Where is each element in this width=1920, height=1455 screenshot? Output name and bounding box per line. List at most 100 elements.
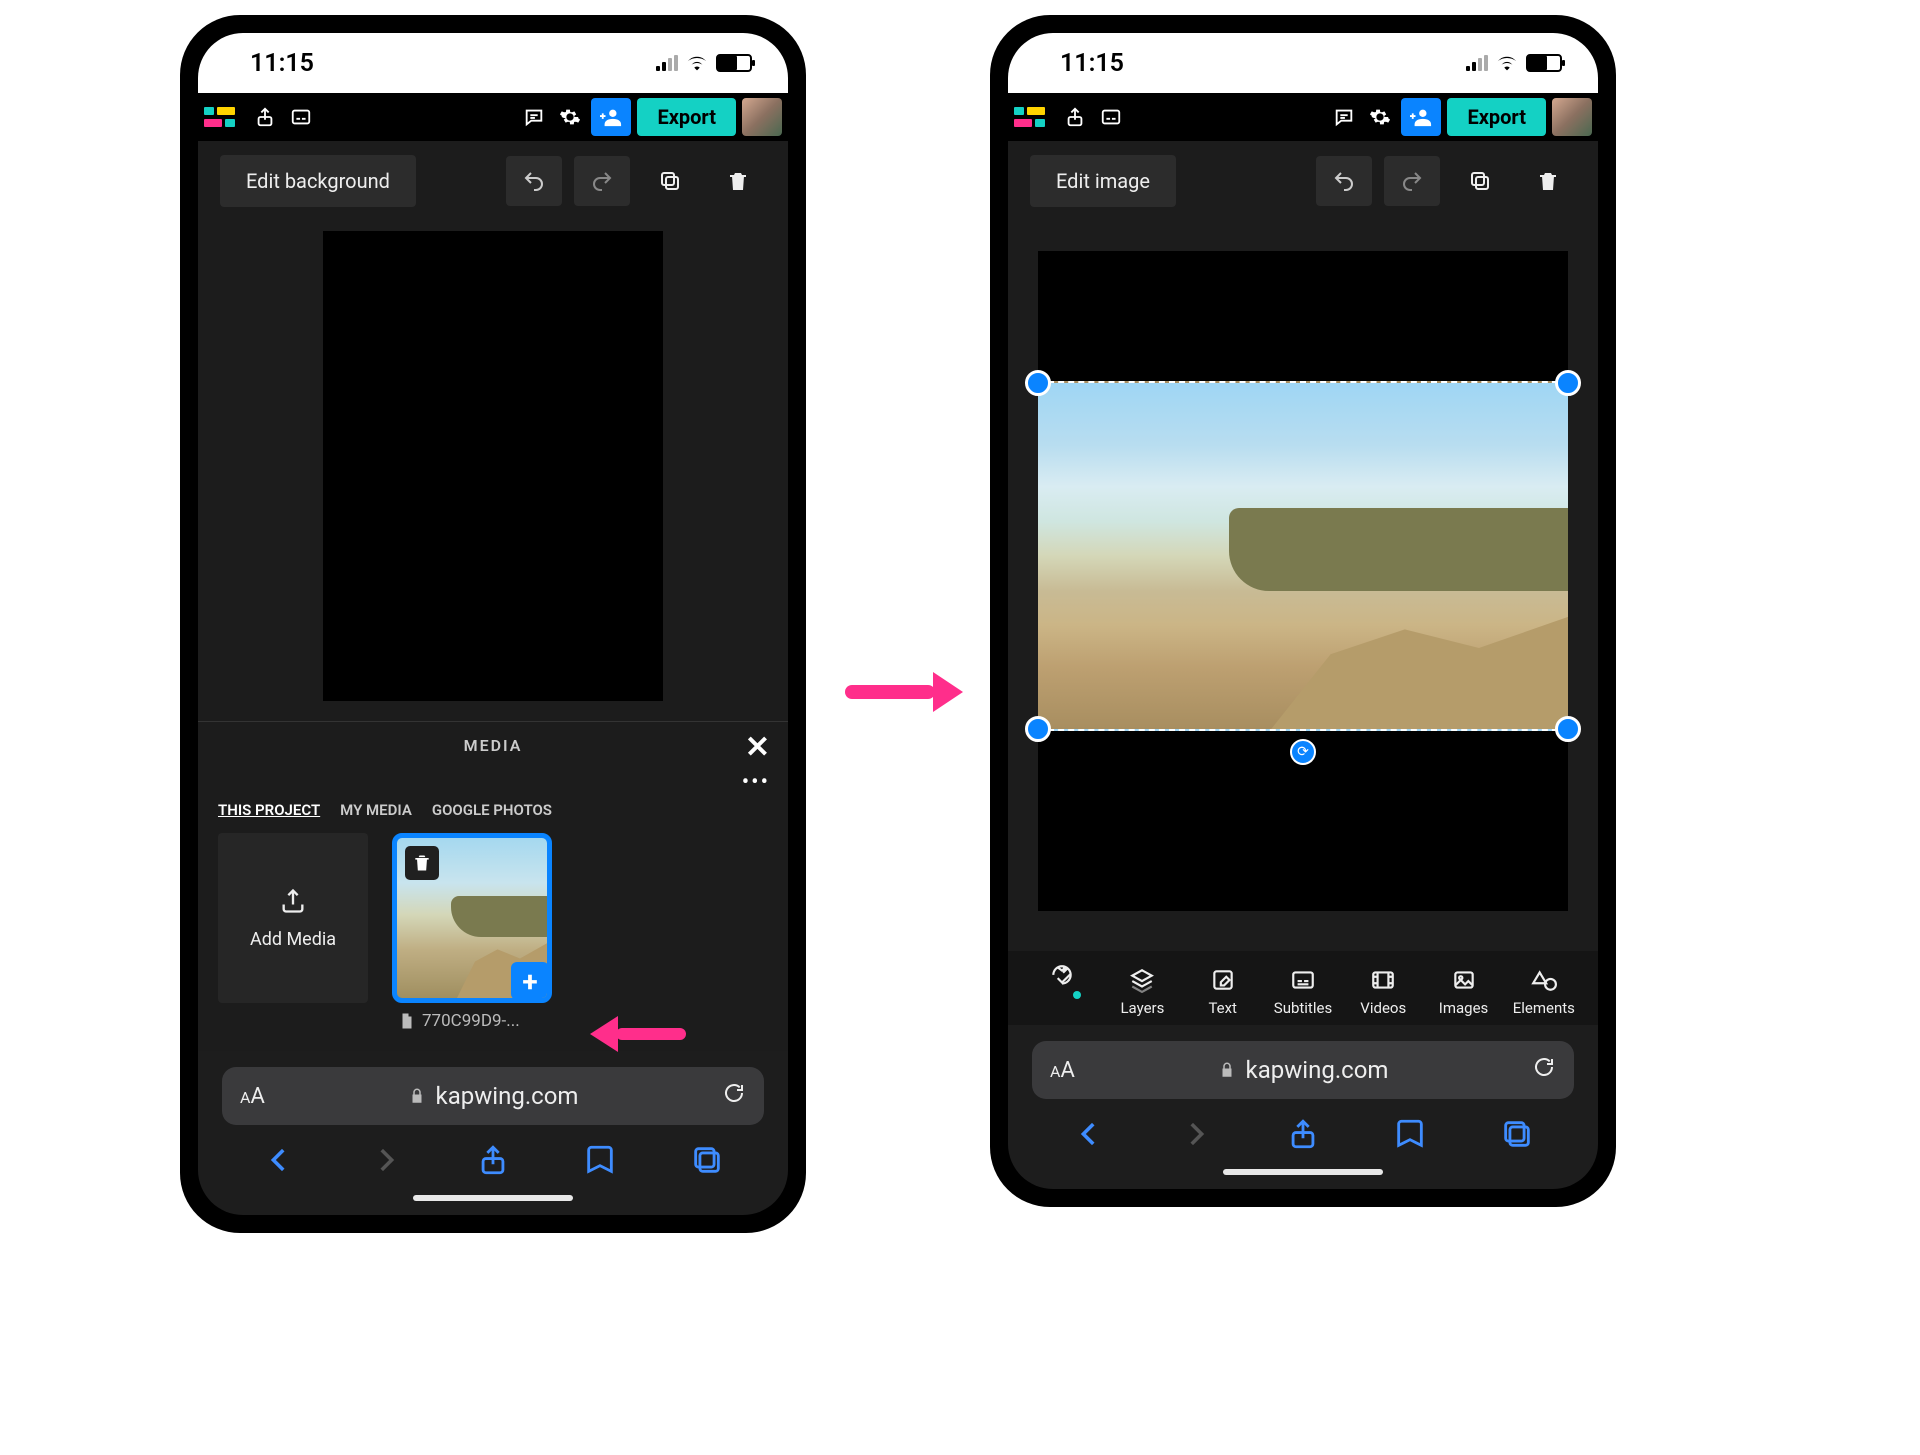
status-icons xyxy=(1466,52,1562,74)
media-panel: MEDIA ✕ ••• THIS PROJECT MY MEDIA GOOGLE… xyxy=(198,721,788,1051)
user-avatar[interactable] xyxy=(1552,98,1592,136)
comment-icon[interactable] xyxy=(1329,102,1359,132)
app-logo[interactable] xyxy=(1014,101,1054,133)
status-bar: 11:15 xyxy=(198,33,788,93)
share-icon[interactable] xyxy=(1060,102,1090,132)
tab-text[interactable]: Text xyxy=(1183,967,1263,1017)
thumb-add-icon[interactable]: + xyxy=(511,962,549,1000)
phone-screen: 11:15 xyxy=(1008,33,1598,1189)
copy-button[interactable] xyxy=(1452,156,1508,206)
status-time: 11:15 xyxy=(1060,49,1124,78)
canvas[interactable] xyxy=(323,231,663,701)
battery-icon xyxy=(1526,54,1562,72)
phone-right: 11:15 xyxy=(990,15,1616,1207)
add-media-button[interactable]: Add Media xyxy=(218,833,368,1003)
tab-my-media[interactable]: MY MEDIA xyxy=(340,801,412,819)
settings-icon[interactable] xyxy=(555,102,585,132)
edit-toolbar: Edit image xyxy=(1008,141,1598,221)
edit-image-button[interactable]: Edit image xyxy=(1030,155,1176,207)
media-thumb[interactable]: + 770C99D9-... xyxy=(392,833,552,1031)
tab-videos[interactable]: Videos xyxy=(1343,967,1423,1017)
canvas-area[interactable]: ⟳ xyxy=(1008,221,1598,951)
undo-button[interactable] xyxy=(506,156,562,206)
cellular-icon xyxy=(656,55,678,71)
refresh-icon[interactable] xyxy=(1532,1055,1556,1085)
resize-handle-tl[interactable] xyxy=(1025,370,1051,396)
media-panel-title: MEDIA xyxy=(464,736,523,755)
thumb-delete-icon[interactable] xyxy=(405,846,439,880)
safari-toolbar xyxy=(222,1125,764,1185)
status-bar: 11:15 xyxy=(1008,33,1598,93)
safari-bar: AA kapwing.com xyxy=(1008,1025,1598,1189)
tabs-icon[interactable] xyxy=(1500,1117,1534,1155)
media-grid: Add Media + 770C99D9-... xyxy=(198,833,788,1051)
battery-icon xyxy=(716,54,752,72)
selected-image[interactable]: ⟳ xyxy=(1038,381,1568,731)
resize-handle-tr[interactable] xyxy=(1555,370,1581,396)
tab-record[interactable]: _ xyxy=(1022,963,1102,1017)
bookmarks-icon[interactable] xyxy=(583,1143,617,1181)
bookmarks-icon[interactable] xyxy=(1393,1117,1427,1155)
add-user-button[interactable] xyxy=(591,98,631,136)
tabs-icon[interactable] xyxy=(690,1143,724,1181)
caption-icon[interactable] xyxy=(1096,102,1126,132)
tab-layers[interactable]: Layers xyxy=(1102,967,1182,1017)
user-avatar[interactable] xyxy=(742,98,782,136)
address-bar[interactable]: AAAA kapwing.com xyxy=(222,1067,764,1125)
tab-google-photos[interactable]: GOOGLE PHOTOS xyxy=(432,801,552,819)
share-icon-safari[interactable] xyxy=(1286,1117,1320,1155)
phone-screen: 11:15 xyxy=(198,33,788,1215)
address-bar[interactable]: AA kapwing.com xyxy=(1032,1041,1574,1099)
more-icon[interactable]: ••• xyxy=(198,768,788,795)
home-indicator[interactable] xyxy=(413,1195,573,1201)
refresh-icon[interactable] xyxy=(722,1081,746,1111)
canvas[interactable]: ⟳ xyxy=(1038,251,1568,911)
wifi-icon xyxy=(1496,52,1518,74)
delete-button[interactable] xyxy=(1520,156,1576,206)
tab-elements[interactable]: Elements xyxy=(1504,967,1584,1017)
edit-toolbar: Edit background xyxy=(198,141,788,221)
redo-button[interactable] xyxy=(574,156,630,206)
tab-images[interactable]: Images xyxy=(1423,967,1503,1017)
tab-this-project[interactable]: THIS PROJECT xyxy=(218,801,320,819)
tab-subtitles[interactable]: Subtitles xyxy=(1263,967,1343,1017)
share-icon[interactable] xyxy=(250,102,280,132)
app-area: Export Edit image xyxy=(1008,93,1598,1025)
add-media-label: Add Media xyxy=(250,929,336,950)
home-indicator[interactable] xyxy=(1223,1169,1383,1175)
edit-background-button[interactable]: Edit background xyxy=(220,155,416,207)
canvas-area[interactable] xyxy=(198,221,788,721)
caption-icon[interactable] xyxy=(286,102,316,132)
safari-bar: AAAA kapwing.com xyxy=(198,1051,788,1215)
settings-icon[interactable] xyxy=(1365,102,1395,132)
text-size-button[interactable]: AA xyxy=(1050,1058,1075,1083)
rotate-handle[interactable]: ⟳ xyxy=(1290,739,1316,765)
url-display: kapwing.com xyxy=(408,1082,579,1110)
copy-button[interactable] xyxy=(642,156,698,206)
undo-button[interactable] xyxy=(1316,156,1372,206)
back-icon[interactable] xyxy=(1072,1117,1106,1155)
media-thumb-image[interactable]: + xyxy=(392,833,552,1003)
export-button[interactable]: Export xyxy=(1447,98,1546,136)
delete-button[interactable] xyxy=(710,156,766,206)
app-logo[interactable] xyxy=(204,101,244,133)
resize-handle-br[interactable] xyxy=(1555,716,1581,742)
export-button[interactable]: Export xyxy=(637,98,736,136)
safari-toolbar xyxy=(1032,1099,1574,1159)
phone-left: 11:15 xyxy=(180,15,806,1233)
text-size-button[interactable]: AAAA xyxy=(240,1084,265,1109)
add-user-button[interactable] xyxy=(1401,98,1441,136)
lock-icon xyxy=(1218,1061,1236,1079)
arrow-right xyxy=(845,672,963,712)
media-tabs: THIS PROJECT MY MEDIA GOOGLE PHOTOS xyxy=(198,795,788,833)
share-icon-safari[interactable] xyxy=(476,1143,510,1181)
resize-handle-bl[interactable] xyxy=(1025,716,1051,742)
redo-button[interactable] xyxy=(1384,156,1440,206)
forward-icon xyxy=(1179,1117,1213,1155)
comment-icon[interactable] xyxy=(519,102,549,132)
back-icon[interactable] xyxy=(262,1143,296,1181)
bottom-tabbar: _ Layers Text Subtitles Videos xyxy=(1008,951,1598,1025)
cellular-icon xyxy=(1466,55,1488,71)
media-panel-header: MEDIA ✕ xyxy=(198,722,788,768)
close-icon[interactable]: ✕ xyxy=(745,730,772,765)
